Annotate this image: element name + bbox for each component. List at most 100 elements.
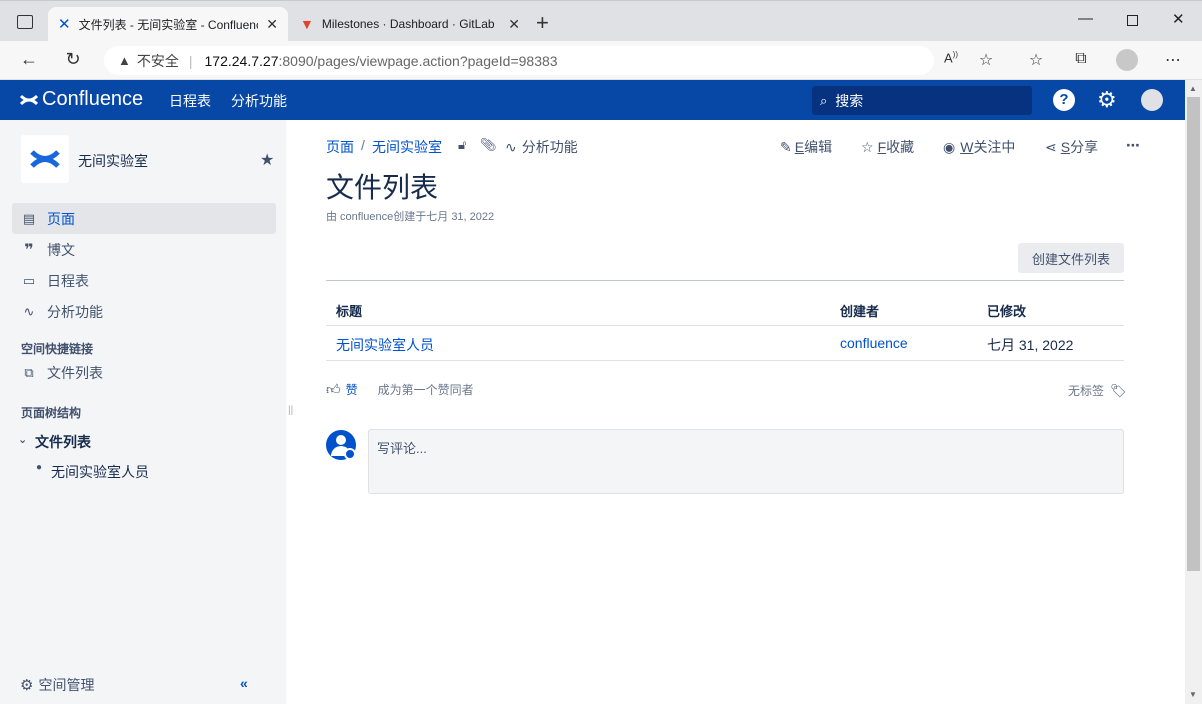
resize-handle-icon[interactable]: || [288,405,294,419]
sidebar-item-analytics[interactable]: ∿ 分析功能 [12,296,276,327]
new-tab-button[interactable]: + [536,10,549,36]
tab-actions-icon[interactable] [17,15,33,29]
scroll-up-icon[interactable]: ▲ [1189,84,1197,93]
reload-icon[interactable]: ↻ [61,49,85,70]
column-header-creator[interactable]: 创建者 [840,301,879,320]
breadcrumb-pages[interactable]: 页面 [326,137,354,157]
no-labels-text: 无标签 [1068,384,1105,398]
watch-label: 关注中 [973,139,1016,155]
like-row: 👍︎ 赞 成为第一个赞同者 [326,381,474,398]
row-title-link[interactable]: 无间实验室人员 [336,335,434,355]
page-analytics-label: 分析功能 [521,139,578,155]
favorites-icon[interactable]: ☆ [1025,50,1047,70]
comment-input[interactable]: 写评论... [368,429,1124,494]
star-icon[interactable]: ★ [260,150,274,170]
settings-icon[interactable]: ⚙ [1097,89,1119,111]
search-placeholder: 搜索 [835,92,864,109]
breadcrumb-space[interactable]: 无间实验室 [372,137,442,157]
save-label: 收藏 [886,139,915,155]
tab-title: 文件列表 - 无间实验室 - Confluence [78,17,259,32]
profile-icon[interactable] [1116,49,1138,71]
lock-icon[interactable]: 🔓︎ [458,137,466,153]
analytics-icon: ∿ [23,303,35,319]
add-favorite-icon[interactable]: ☆ [975,50,997,70]
space-logo-icon [30,150,60,168]
insecure-label: 不安全 [136,52,179,69]
more-actions-icon[interactable]: ⋯ [1126,137,1140,154]
thumbs-up-icon[interactable]: 👍︎ [326,381,341,398]
commenter-avatar-icon [326,430,356,460]
tree-item-child[interactable]: 无间实验室人员 [51,462,149,482]
share-icon: ⋖ [1045,138,1057,155]
sidebar-item-blog[interactable]: ❞ 博文 [12,234,276,265]
search-icon: ⌕ [820,92,828,108]
divider [326,325,1124,326]
share-shortcut: S [1060,139,1071,155]
space-admin-link[interactable]: ⚙ 空间管理 [20,675,94,695]
watch-button[interactable]: ◉ W 关注中 [943,137,1015,157]
like-button[interactable]: 赞 [346,381,358,398]
quote-icon: ❞ [24,241,34,259]
read-aloud-icon[interactable]: A)) [940,50,962,65]
shortcut-label: 文件列表 [47,364,103,381]
column-header-modified[interactable]: 已修改 [987,301,1026,320]
column-header-title[interactable]: 标题 [336,301,362,320]
edit-label: 编辑 [804,139,833,155]
url-field[interactable]: ▲ 不安全 | 172.24.7.27 :8090/pages/viewpage… [104,46,934,75]
edit-button[interactable]: ✎ E 编辑 [780,137,832,157]
row-creator-link[interactable]: confluence [840,335,908,351]
row-modified: 七月 31, 2022 [987,337,1074,353]
user-avatar-icon[interactable] [1141,89,1163,111]
collections-icon[interactable]: ⧉ [1070,50,1092,68]
sidebar-item-pages[interactable]: ▤ 页面 [12,203,276,234]
gitlab-favicon-icon: ▼ [300,16,314,32]
divider [326,360,1124,361]
tag-icon[interactable]: 🏷︎ [1110,383,1127,399]
shortcut-link[interactable]: ⧉ 文件列表 [12,357,276,388]
space-name[interactable]: 无间实验室 [78,151,148,171]
collapse-sidebar-icon[interactable]: « [240,675,248,691]
scrollbar-thumb[interactable] [1187,97,1200,571]
confluence-favicon-icon: ✕ [58,16,71,33]
tab-gitlab[interactable]: ▼ Milestones · Dashboard · GitLab ✕ [290,7,530,41]
scroll-down-icon[interactable]: ▼ [1189,690,1197,699]
tree-item-root[interactable]: 文件列表 [35,432,91,452]
search-input[interactable]: ⌕ 搜索 [812,86,1032,115]
sidebar-item-calendar[interactable]: ▭ 日程表 [12,265,276,296]
close-window-icon[interactable]: ✕ [1172,10,1185,28]
close-tab-icon[interactable]: ✕ [266,16,278,33]
minimize-icon[interactable]: — [1078,10,1093,27]
star-outline-icon: ☆ [861,138,874,155]
tab-confluence[interactable]: ✕ 文件列表 - 无间实验室 - Confluence ✕ [48,7,288,41]
page-icon: ▤ [22,210,36,226]
more-icon[interactable]: ⋯ [1162,50,1184,70]
space-logo[interactable] [21,135,69,183]
tab-title: Milestones · Dashboard · GitLab [321,17,495,31]
back-icon[interactable]: ← [17,49,41,70]
shortcuts-heading: 空间快捷链接 [21,342,94,356]
save-favorite-button[interactable]: ☆ F 收藏 [861,137,914,157]
help-icon[interactable]: ? [1053,89,1075,111]
eye-icon: ◉ [943,138,956,155]
breadcrumb-separator: / [361,137,365,153]
share-button[interactable]: ⋖ S 分享 [1045,137,1098,157]
warning-icon: ▲ [118,53,131,68]
sidebar-item-label: 日程表 [47,272,89,289]
confluence-logo[interactable]: Confluence [20,88,143,111]
attachment-icon[interactable]: 📎︎ [480,137,497,153]
create-list-button[interactable]: 创建文件列表 [1018,243,1124,273]
gear-icon: ⚙ [20,677,34,694]
page-title: 文件列表 [326,171,439,204]
close-tab-icon[interactable]: ✕ [508,16,520,33]
calendar-icon: ▭ [22,272,36,288]
chevron-down-icon[interactable]: ⌄ [18,433,27,446]
copy-icon: ⧉ [24,364,34,380]
analytics-icon: ∿ [505,138,517,155]
divider [326,280,1124,281]
maximize-icon[interactable] [1127,15,1138,26]
page-analytics-link[interactable]: ∿ 分析功能 [505,137,578,157]
sidebar-item-label: 页面 [47,210,75,227]
nav-analytics[interactable]: 分析功能 [231,91,287,111]
sidebar-item-label: 博文 [47,241,75,258]
nav-calendar[interactable]: 日程表 [169,91,211,111]
